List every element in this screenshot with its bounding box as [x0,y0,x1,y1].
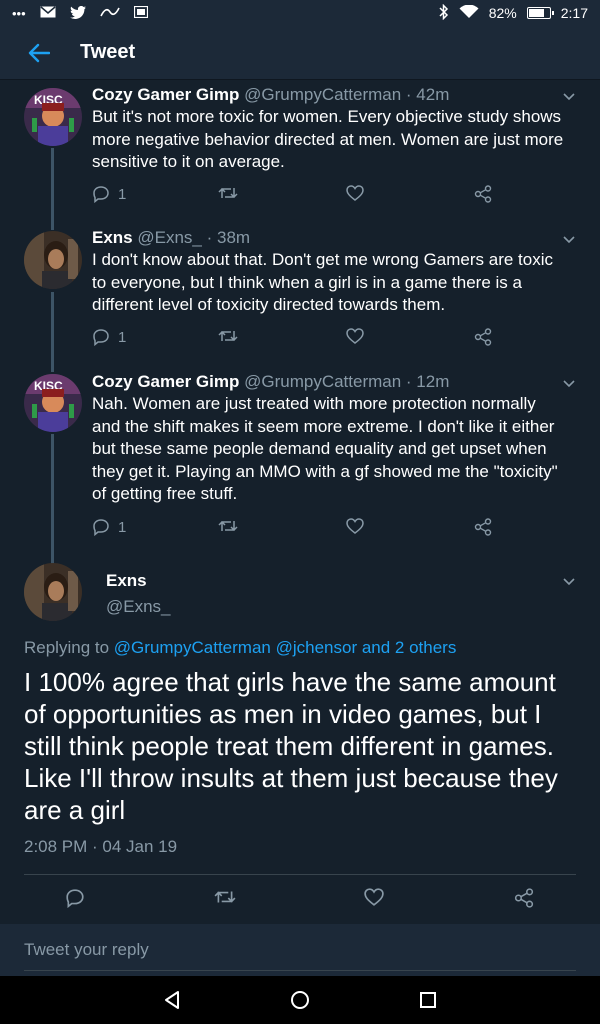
divider [24,874,576,875]
chevron-down-icon[interactable] [562,577,576,587]
nav-back-button[interactable] [160,988,184,1012]
tweet-header: Cozy Gamer Gimp @GrumpyCatterman · 12m [92,371,566,393]
status-bar: ••• 82% 2:17 [0,0,600,26]
share-button[interactable] [474,185,492,203]
tweet-text: Nah. Women are just treated with more pr… [92,394,558,504]
thread-line [51,148,54,230]
reply-input[interactable]: Tweet your reply [24,940,149,960]
gallery-icon [133,5,148,20]
retweet-icon [218,520,238,532]
chevron-down-icon[interactable] [562,235,576,245]
thread-line [51,434,54,564]
battery-percent: 82% [488,5,517,21]
like-button[interactable] [364,888,384,906]
reply-icon [93,186,109,203]
heart-icon [346,518,364,534]
triangle-back-icon [165,991,179,1009]
tweet-time: · 38m [206,228,251,247]
replying-to: Replying to @GrumpyCatterman @jchensor a… [24,638,456,658]
author-handle[interactable]: @GrumpyCatterman [244,85,401,104]
nav-home-button[interactable] [288,988,312,1012]
avatar[interactable] [24,563,82,621]
share-button[interactable] [514,888,534,908]
reply-icon [93,519,109,536]
tweet-actions: 1 [92,185,512,205]
thread-line [51,292,54,372]
reply-input-underline [24,970,576,971]
back-button[interactable] [22,36,56,70]
share-icon [474,185,492,203]
share-icon [474,328,492,346]
tweet-header: Cozy Gamer Gimp @GrumpyCatterman · 42m [92,84,566,106]
tweet-time: · 42m [405,85,450,104]
author-handle[interactable]: @GrumpyCatterman [244,372,401,391]
author-name[interactable]: Exns [92,228,133,247]
reply-button[interactable]: 1 [92,185,126,203]
main-tweet-actions [0,888,600,912]
twitter-icon [69,5,86,21]
reply-count: 1 [118,518,127,536]
retweet-icon [214,891,236,903]
replying-to-link[interactable]: @GrumpyCatterman @jchensor and 2 others [114,638,457,657]
chevron-down-icon[interactable] [562,379,576,389]
avatar[interactable] [24,231,82,289]
circle-home-icon [291,991,309,1009]
tweet-header: Exns @Exns_ · 38m [92,227,566,249]
author-name[interactable]: Exns [106,571,147,591]
avatar[interactable]: KISC [24,88,82,146]
reply-button[interactable] [65,888,85,908]
tweet-timestamp: 2:08 PM · 04 Jan 19 [24,837,178,856]
more-icon: ••• [12,5,26,21]
retweet-button[interactable] [218,328,238,344]
share-icon [514,888,534,908]
retweet-icon [218,187,238,199]
app-bar: Tweet [0,26,600,80]
heart-icon [346,185,364,201]
nav-recents-button[interactable] [416,988,440,1012]
heart-icon [364,888,384,906]
reply-icon [93,329,109,346]
retweet-icon [218,330,238,342]
tweet-time: · 12m [405,372,450,391]
page-title: Tweet [80,41,136,63]
reply-count: 1 [118,185,127,203]
author-name[interactable]: Cozy Gamer Gimp [92,372,239,391]
battery-icon [526,7,554,19]
reply-button[interactable]: 1 [92,518,126,536]
author-handle[interactable]: @Exns_ [137,228,202,247]
chevron-down-icon[interactable] [562,92,576,102]
author-handle[interactable]: @Exns_ [106,597,171,617]
like-button[interactable] [346,185,364,201]
tweet-actions: 1 [92,328,512,348]
author-name[interactable]: Cozy Gamer Gimp [92,85,239,104]
tweet-text: But it's not more toxic for women. Every… [92,107,564,172]
like-button[interactable] [346,518,364,534]
mail-icon [40,6,56,20]
tweet-actions: 1 [92,518,512,538]
retweet-button[interactable] [218,185,238,201]
square-recents-icon [420,992,436,1008]
like-button[interactable] [346,328,364,344]
system-nav-bar [0,976,600,1024]
replying-prefix: Replying to [24,638,110,657]
reply-button[interactable]: 1 [92,328,126,346]
arrow-left-icon [28,43,50,62]
main-tweet-text: I 100% agree that girls have the same am… [24,667,558,825]
share-button[interactable] [474,518,492,536]
bluetooth-icon [439,3,449,22]
avatar[interactable]: KISC [24,374,82,432]
reply-count: 1 [118,328,127,346]
heart-icon [346,328,364,344]
clock: 2:17 [560,5,588,21]
reply-icon [66,889,84,908]
retweet-button[interactable] [214,888,236,906]
wifi-icon [459,4,479,21]
tweet-text: I don't know about that. Don't get me wr… [92,250,554,315]
retweet-button[interactable] [218,518,238,534]
share-icon [474,518,492,536]
share-button[interactable] [474,328,492,346]
photos-icon [99,6,120,20]
